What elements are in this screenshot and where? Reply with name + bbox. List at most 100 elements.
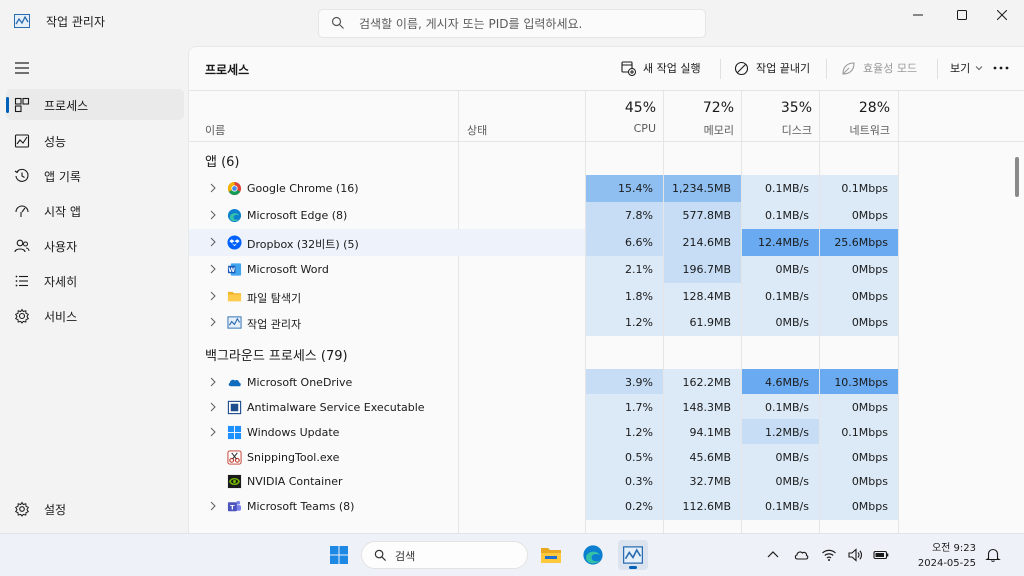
chevron-right-icon[interactable]: [209, 183, 217, 193]
chevron-right-icon[interactable]: [209, 317, 217, 327]
cpu-cell: 2.1%: [586, 256, 663, 283]
group-header-background: 백그라운드 프로세스 (79): [205, 349, 348, 364]
new-task-button[interactable]: 새 작업 실행: [621, 58, 701, 78]
search-input[interactable]: [359, 15, 699, 33]
maximize-button[interactable]: [940, 0, 984, 30]
sidebar-item-label: 프로세스: [44, 99, 89, 113]
sidebar-item-details[interactable]: 자세히: [6, 265, 184, 296]
folder-icon: [227, 291, 242, 302]
chevron-right-icon[interactable]: [209, 291, 217, 301]
sidebar-item-processes[interactable]: 프로세스: [6, 89, 184, 120]
notification-bell-icon[interactable]: [985, 547, 1001, 563]
search-box[interactable]: [318, 9, 706, 38]
clock[interactable]: 오전 9:23 2024-05-25: [900, 541, 976, 571]
startup-apps-icon: [15, 205, 29, 217]
process-name: Microsoft Word: [247, 263, 329, 276]
taskbar-search[interactable]: 검색: [361, 541, 528, 569]
windows-logo-icon: [330, 546, 348, 564]
table-row[interactable]: Dropbox (32비트) (5) 6.6% 214.6MB 12.4MB/s…: [189, 229, 1014, 256]
toolbar-divider: [720, 59, 721, 79]
battery-icon[interactable]: [873, 547, 889, 563]
table-row[interactable]: 작업 관리자 1.2% 61.9MB 0MB/s 0Mbps: [189, 309, 1014, 336]
network-cell: 0Mbps: [820, 493, 898, 520]
sidebar-item-performance[interactable]: 성능: [6, 125, 184, 156]
network-cell: 0Mbps: [820, 256, 898, 283]
disk-cell: 0.1MB/s: [742, 493, 819, 520]
disk-cell: 0.1MB/s: [742, 283, 819, 310]
network-cell: 0Mbps: [820, 283, 898, 310]
toolbar-divider: [826, 59, 827, 79]
svg-text:W: W: [228, 267, 235, 274]
table-row[interactable]: Antimalware Service Executable 1.7% 148.…: [189, 394, 1014, 421]
hamburger-menu-icon[interactable]: [12, 60, 32, 76]
close-button[interactable]: [980, 0, 1024, 30]
chevron-up-icon[interactable]: [765, 547, 781, 563]
taskbar-file-explorer[interactable]: [536, 540, 566, 570]
new-task-icon: [621, 60, 636, 76]
sidebar-item-services[interactable]: 서비스: [6, 300, 184, 331]
efficiency-mode-button[interactable]: 효율성 모드: [841, 58, 917, 78]
more-icon: [993, 66, 1009, 70]
sidebar-item-settings[interactable]: 설정: [6, 493, 184, 524]
memory-cell: 148.3MB: [664, 394, 741, 421]
table-row[interactable]: Microsoft OneDrive 3.9% 162.2MB 4.6MB/s …: [189, 369, 1014, 396]
view-dropdown[interactable]: 보기: [950, 58, 983, 78]
cloud-icon[interactable]: [793, 547, 809, 563]
gear-icon: [14, 501, 30, 517]
chevron-right-icon[interactable]: [209, 427, 217, 437]
start-button[interactable]: [324, 540, 354, 570]
network-cell: 0Mbps: [820, 468, 898, 495]
search-icon: [331, 16, 344, 29]
main-panel: 프로세스 새 작업 실행 작업 끝내기 효율성 모드 보기 이름 상태 45% …: [188, 46, 1024, 533]
sidebar-item-startup-apps[interactable]: 시작 앱: [6, 195, 184, 226]
table-row[interactable]: 파일 탐색기 1.8% 128.4MB 0.1MB/s 0Mbps: [189, 283, 1014, 310]
memory-cell: 61.9MB: [664, 309, 741, 336]
task-manager-icon: [227, 316, 242, 329]
disk-cell: 0.1MB/s: [742, 175, 819, 202]
process-name: Microsoft Edge (8): [247, 209, 348, 222]
table-row[interactable]: W Microsoft Word 2.1% 196.7MB 0MB/s 0Mbp…: [189, 256, 1014, 283]
network-total: 28%: [858, 100, 890, 116]
taskbar-task-manager[interactable]: [618, 540, 648, 570]
chevron-right-icon[interactable]: [209, 237, 217, 247]
network-cell: 0Mbps: [820, 444, 898, 471]
app-history-icon: [14, 168, 29, 182]
memory-cell: 162.2MB: [664, 369, 741, 396]
minimize-button[interactable]: [896, 0, 940, 30]
chevron-right-icon[interactable]: [209, 210, 217, 220]
table-row[interactable]: T Microsoft Teams (8) 0.2% 112.6MB 0.1MB…: [189, 493, 1014, 520]
taskbar-edge[interactable]: [578, 540, 608, 570]
task-manager-icon: [623, 546, 643, 564]
table-row[interactable]: Microsoft Edge (8) 7.8% 577.8MB 0.1MB/s …: [189, 202, 1014, 229]
network-cell: 0.1Mbps: [820, 419, 898, 446]
column-header-name[interactable]: 이름: [205, 122, 225, 138]
memory-cell: 32.7MB: [664, 468, 741, 495]
table-row[interactable]: Windows Update 1.2% 94.1MB 1.2MB/s 0.1Mb…: [189, 419, 1014, 446]
table-row[interactable]: NVIDIA Container 0.3% 32.7MB 0MB/s 0Mbps: [189, 468, 1014, 495]
table-row[interactable]: SnippingTool.exe 0.5% 45.6MB 0MB/s 0Mbps: [189, 444, 1014, 471]
sidebar-item-app-history[interactable]: 앱 기록: [6, 160, 184, 191]
column-header-status[interactable]: 상태: [467, 122, 487, 138]
network-cell: 0Mbps: [820, 202, 898, 229]
chevron-right-icon[interactable]: [209, 377, 217, 387]
toolbar: 프로세스 새 작업 실행 작업 끝내기 효율성 모드 보기: [189, 47, 1024, 91]
sidebar-item-label: 서비스: [44, 310, 78, 324]
more-options-button[interactable]: [993, 58, 1016, 78]
chevron-right-icon[interactable]: [209, 264, 217, 274]
cpu-cell: 0.3%: [586, 468, 663, 495]
volume-icon[interactable]: [847, 547, 863, 563]
end-task-button[interactable]: 작업 끝내기: [734, 58, 810, 78]
table-row[interactable]: Google Chrome (16) 15.4% 1,234.5MB 0.1MB…: [189, 175, 1014, 202]
sidebar-item-label: 앱 기록: [44, 170, 81, 184]
disk-cell: 0.1MB/s: [742, 394, 819, 421]
group-header-apps: 앱 (6): [205, 155, 240, 170]
clock-time: 오전 9:23: [931, 543, 976, 554]
wifi-icon[interactable]: [821, 547, 837, 563]
vertical-scrollbar[interactable]: [1015, 157, 1019, 197]
cpu-cell: 0.2%: [586, 493, 663, 520]
disk-cell: 0MB/s: [742, 468, 819, 495]
sidebar-item-users[interactable]: 사용자: [6, 230, 184, 261]
chevron-right-icon[interactable]: [209, 501, 217, 511]
antimalware-icon: [227, 400, 242, 415]
chevron-right-icon[interactable]: [209, 402, 217, 412]
